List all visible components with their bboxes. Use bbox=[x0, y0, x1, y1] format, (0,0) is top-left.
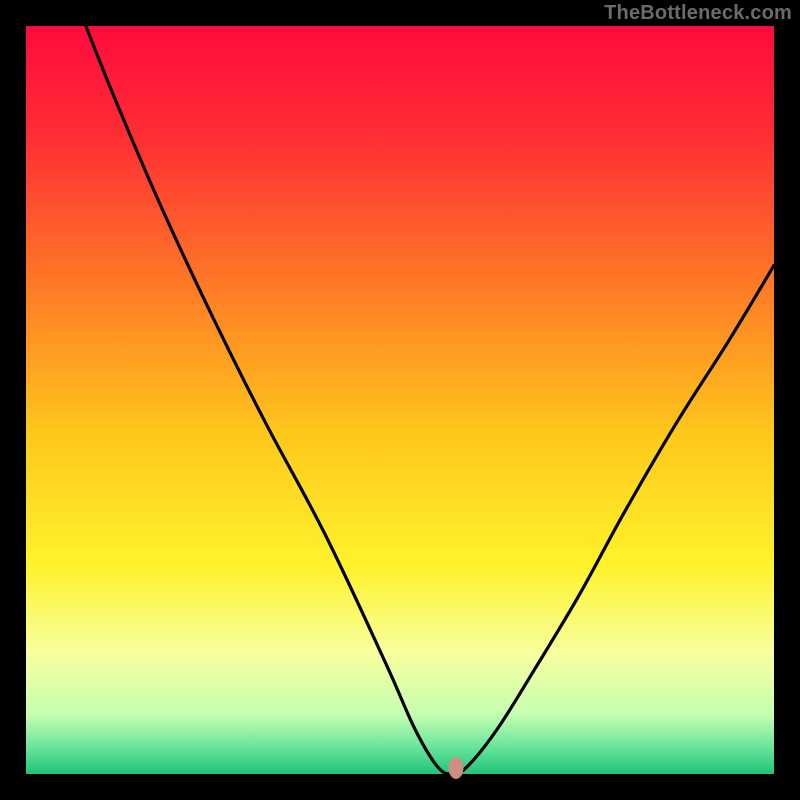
watermark-label: TheBottleneck.com bbox=[604, 2, 792, 25]
bottleneck-curve bbox=[26, 26, 774, 774]
chart-frame: TheBottleneck.com bbox=[0, 0, 800, 800]
pink-marker-icon bbox=[449, 757, 464, 779]
plot-area bbox=[26, 26, 774, 774]
